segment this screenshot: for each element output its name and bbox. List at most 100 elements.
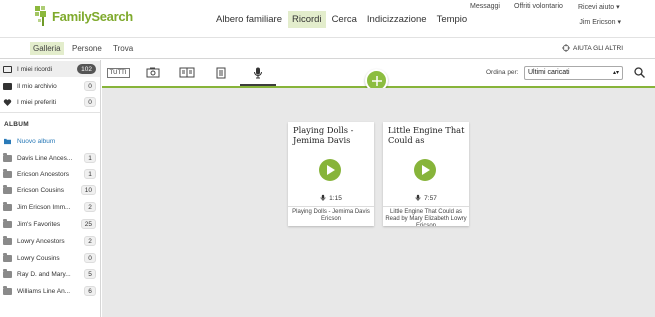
- plus-icon: [371, 75, 382, 86]
- document-icon: [216, 67, 226, 78]
- divider: [0, 112, 100, 113]
- updown-arrow-icon: ▴▾: [612, 70, 619, 76]
- folder-icon: [3, 235, 12, 245]
- audio-card[interactable]: Playing Dolls - Jemima Davis 1:15 Playin…: [288, 122, 374, 226]
- nav-family-tree[interactable]: Albero familiare: [212, 11, 286, 28]
- sidebar-album-item[interactable]: Ray D. and Mary... 5: [0, 266, 100, 282]
- sub-navigation: Galleria Persone Trova AIUTA GLI ALTRI: [0, 37, 655, 59]
- archive-box-icon: [3, 82, 12, 90]
- sidebar-album-item[interactable]: Davis Line Ances... 1: [0, 150, 100, 166]
- header: FamilySearch Messaggi Offriti volontario…: [0, 0, 655, 36]
- count-badge: 0: [84, 97, 96, 107]
- sidebar-album-item[interactable]: Lowry Ancestors 2: [0, 233, 100, 249]
- memories-icon: [3, 65, 12, 73]
- tab-all[interactable]: TUTTI: [105, 60, 131, 85]
- sidebar-item-my-archive[interactable]: Il mio archivio 0: [0, 78, 100, 94]
- nav-indexing[interactable]: Indicizzazione: [363, 11, 431, 28]
- album-heading: ALBUM: [4, 121, 29, 128]
- help-others-link[interactable]: AIUTA GLI ALTRI: [562, 44, 623, 52]
- new-album-label: Nuovo album: [17, 137, 56, 145]
- messages-link[interactable]: Messaggi: [470, 3, 500, 10]
- folder-icon: [3, 168, 12, 178]
- sidebar-item-my-memories[interactable]: I miei ricordi 102: [0, 61, 100, 77]
- folder-icon: [3, 252, 12, 262]
- main-nav: Albero familiare Ricordi Cerca Indicizza…: [212, 11, 473, 28]
- sidebar-album-item[interactable]: Jim Ericson Imm... 2: [0, 199, 100, 215]
- crosshair-icon: [562, 44, 571, 52]
- heart-icon: [3, 98, 12, 106]
- folder-icon: [3, 268, 12, 278]
- folder-icon: [3, 152, 12, 162]
- sidebar-item-label: I miei preferiti: [17, 98, 57, 106]
- sort-dropdown[interactable]: Ultimi caricati ▴▾: [524, 66, 623, 80]
- sidebar-album-item[interactable]: Jim's Favorites 25: [0, 216, 100, 232]
- sidebar-album-item[interactable]: Williams Line An... 6: [0, 283, 100, 299]
- album-label: Lowry Ancestors: [17, 237, 65, 245]
- nav-temple[interactable]: Tempio: [433, 11, 472, 28]
- tab-people[interactable]: Persone: [69, 42, 105, 55]
- sort-label: Ordina per:: [486, 69, 519, 76]
- count-badge: 10: [80, 185, 96, 195]
- count-badge: 0: [84, 253, 96, 263]
- card-caption: Little Engine That Could as Read by Mary…: [383, 206, 469, 226]
- audio-card[interactable]: Little Engine That Could as 7:57 Little …: [383, 122, 469, 226]
- user-menu[interactable]: Jim Ericson ▾: [579, 18, 621, 26]
- sidebar-album-item[interactable]: Lowry Cousins 0: [0, 250, 100, 266]
- familysearch-logo[interactable]: FamilySearch: [35, 6, 133, 26]
- play-icon[interactable]: [319, 159, 341, 181]
- folder-icon: [3, 184, 12, 194]
- sidebar-item-label: I miei ricordi: [17, 65, 53, 73]
- tab-gallery[interactable]: Galleria: [30, 42, 64, 55]
- sidebar-item-my-favorites[interactable]: I miei preferiti 0: [0, 94, 100, 110]
- card-title: Playing Dolls - Jemima Davis: [293, 125, 354, 145]
- folder-icon: [3, 285, 12, 295]
- duration-value: 1:15: [329, 194, 342, 202]
- duration: 1:15: [288, 194, 374, 202]
- nav-search[interactable]: Cerca: [328, 11, 361, 28]
- count-badge: 1: [84, 169, 96, 179]
- count-badge: 102: [77, 64, 96, 74]
- folder-icon: [3, 201, 12, 211]
- sidebar-album-item[interactable]: Ericson Ancestors 1: [0, 166, 100, 182]
- sidebar-album-item[interactable]: Ericson Cousins 10: [0, 182, 100, 198]
- card-caption: Playing Dolls - Jemima Davis Ericson: [288, 206, 374, 226]
- album-label: Ericson Cousins: [17, 186, 64, 194]
- sidebar-item-label: Il mio archivio: [17, 82, 57, 90]
- audio-microphone-icon: [254, 67, 262, 78]
- microphone-icon: [320, 194, 326, 201]
- album-label: Ray D. and Mary...: [17, 270, 71, 278]
- album-label: Williams Line An...: [17, 287, 71, 295]
- tab-documents[interactable]: [208, 60, 234, 85]
- microphone-icon: [415, 194, 421, 201]
- play-icon[interactable]: [414, 159, 436, 181]
- album-label: Lowry Cousins: [17, 254, 60, 262]
- tab-audio[interactable]: [240, 60, 276, 86]
- help-others-label: AIUTA GLI ALTRI: [573, 44, 623, 52]
- brand-name: FamilySearch: [52, 8, 133, 24]
- tab-photos[interactable]: [140, 60, 166, 85]
- tab-find[interactable]: Trova: [110, 42, 136, 55]
- sort-value: Ultimi caricati: [528, 69, 570, 76]
- count-badge: 1: [84, 153, 96, 163]
- nav-memories[interactable]: Ricordi: [288, 11, 326, 28]
- tab-stories[interactable]: [174, 60, 200, 85]
- photo-icon: [146, 67, 160, 78]
- album-label: Ericson Ancestors: [17, 170, 70, 178]
- sidebar: I miei ricordi 102 Il mio archivio 0 I m…: [0, 60, 101, 317]
- new-album-button[interactable]: Nuovo album: [0, 133, 100, 149]
- count-badge: 25: [80, 219, 96, 229]
- volunteer-link[interactable]: Offriti volontario: [514, 3, 563, 10]
- search-icon[interactable]: [634, 67, 645, 78]
- gallery-area: Playing Dolls - Jemima Davis 1:15 Playin…: [102, 88, 655, 317]
- card-title: Little Engine That Could as: [388, 125, 465, 145]
- tab-all-label: TUTTI: [106, 67, 130, 78]
- folder-icon: [3, 218, 12, 228]
- duration-value: 7:57: [424, 194, 437, 202]
- duration: 7:57: [383, 194, 469, 202]
- count-badge: 2: [84, 202, 96, 212]
- help-menu[interactable]: Ricevi aiuto ▾: [578, 3, 620, 11]
- new-album-icon: [4, 138, 11, 144]
- story-book-icon: [179, 67, 195, 78]
- count-badge: 2: [84, 236, 96, 246]
- album-label: Davis Line Ances...: [17, 154, 73, 162]
